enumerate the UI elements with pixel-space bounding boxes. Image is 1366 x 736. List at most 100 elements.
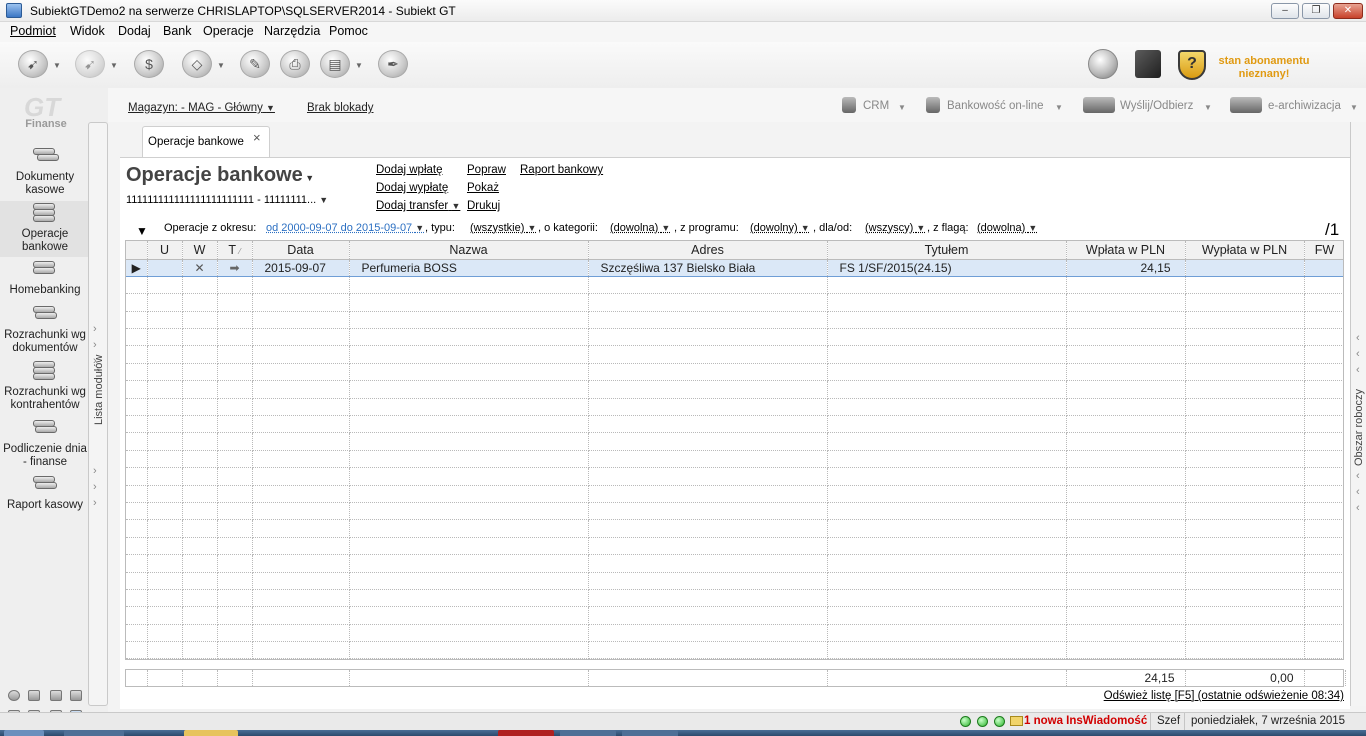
print-link[interactable]: Drukuj <box>467 200 500 212</box>
module-homebanking[interactable]: Homebanking <box>0 259 90 299</box>
taskbar-app-active[interactable] <box>184 730 238 736</box>
module-raport-kasowy[interactable]: Raport kasowy <box>0 474 90 514</box>
close-tab-icon[interactable]: × <box>253 130 261 145</box>
module-operacje-bankowe[interactable]: Operacje bankowe <box>0 201 90 257</box>
menu-widok[interactable]: Widok <box>70 24 105 38</box>
maximize-button[interactable]: ❐ <box>1302 3 1330 19</box>
send-receive-button[interactable]: Wyślij/Odbierz <box>1120 100 1193 112</box>
module-podliczenie-dnia[interactable]: Podliczenie dnia - finanse <box>0 416 90 472</box>
chevron-down-icon[interactable]: ▼ <box>1055 103 1063 112</box>
col-header-wplata[interactable]: Wpłata w PLN <box>1066 241 1186 260</box>
edit-link[interactable]: Popraw <box>467 164 506 176</box>
period-filter[interactable]: od 2000-09-07 do 2015-09-07 ▼ <box>266 222 424 234</box>
box-icon[interactable] <box>70 690 82 701</box>
cell-deposit: 24,15 <box>1066 258 1186 277</box>
settlements-documents-icon <box>31 302 59 324</box>
chevron-down-icon[interactable]: ▼ <box>898 103 906 112</box>
minimize-button[interactable]: – <box>1271 3 1299 19</box>
globe-icon[interactable] <box>1088 49 1118 79</box>
cube-icon[interactable] <box>1135 50 1161 78</box>
module-dokumenty-kasowe[interactable]: Dokumenty kasowe <box>0 144 90 200</box>
main-content: Operacje bankowe ▼ 111111111111111111111… <box>120 157 1350 709</box>
start-button[interactable] <box>4 730 44 736</box>
menu-narzedzia[interactable]: Narzędzia <box>264 24 320 38</box>
col-header-nazwa[interactable]: Nazwa <box>349 241 589 260</box>
module-list-tab[interactable]: › › › Lista modułów › › › <box>88 122 108 706</box>
module-list-label: Lista modułów <box>93 354 105 425</box>
e-archive-button[interactable]: e-archiwizacja <box>1268 100 1341 112</box>
empty-row <box>126 363 1343 382</box>
chevron-down-icon[interactable]: ▼ <box>217 61 225 70</box>
lock-status-link[interactable]: Brak blokady <box>307 102 373 114</box>
col-header-w[interactable]: W <box>182 241 218 260</box>
status-led-icon <box>977 716 988 727</box>
chevron-down-icon[interactable]: ▼ <box>110 61 118 70</box>
refresh-list-link[interactable]: Odśwież listę [F5] (ostatnie odświeżenie… <box>1104 690 1344 702</box>
taskbar-app[interactable] <box>64 730 124 736</box>
chevron-down-icon[interactable]: ▼ <box>1350 103 1358 112</box>
e-archive-icon <box>1230 97 1262 113</box>
col-header-t[interactable]: T ⁄ <box>217 241 253 260</box>
empty-row <box>126 450 1343 469</box>
module-rozrachunki-dokumenty[interactable]: Rozrachunki wg dokumentów <box>0 302 90 358</box>
taskbar-app[interactable] <box>560 730 616 736</box>
show-link[interactable]: Pokaż <box>467 182 499 194</box>
chevron-down-icon[interactable]: ▼ <box>53 61 61 70</box>
flag-filter[interactable]: (dowolna) ▼ <box>977 222 1037 234</box>
chevron-left-icon: ‹ <box>1356 470 1360 482</box>
circle-icon[interactable] <box>8 690 20 701</box>
subscription-shield-icon[interactable]: ? <box>1178 50 1206 80</box>
collapse-filter-icon[interactable]: ▼ <box>136 224 148 238</box>
add-deposit-link[interactable]: Dodaj wpłatę <box>376 164 442 176</box>
print-icon: ✎ <box>240 50 270 78</box>
for-filter[interactable]: (wszyscy) ▼ <box>865 222 925 234</box>
warehouse-selector[interactable]: Magazyn: - MAG - Główny ▼ <box>128 102 275 114</box>
work-area-tab[interactable]: ‹ ‹ ‹ Obszar roboczy ‹ ‹ ‹ <box>1350 122 1366 706</box>
tab-operacje-bankowe[interactable]: Operacje bankowe × <box>142 126 270 158</box>
col-header-data[interactable]: Data <box>252 241 350 260</box>
add-transfer-link[interactable]: Dodaj transfer ▼ <box>376 200 460 212</box>
type-filter[interactable]: (wszystkie) ▼ <box>470 222 536 234</box>
menu-dodaj[interactable]: Dodaj <box>118 24 151 38</box>
stamp-icon[interactable] <box>50 690 62 701</box>
inswiadomosc-message[interactable]: 1 nowa InsWiadomość <box>1020 713 1147 731</box>
cell-name: Perfumeria BOSS <box>349 258 589 277</box>
col-header-wyplata[interactable]: Wypłata w PLN <box>1185 241 1305 260</box>
cell-address: Szczęśliwa 137 Bielsko Biała <box>588 258 828 277</box>
taskbar-app[interactable] <box>498 730 554 736</box>
chevron-down-icon[interactable]: ▼ <box>1204 103 1212 112</box>
online-banking-button[interactable]: Bankowość on-line <box>947 100 1044 112</box>
table-row[interactable]: ▶ ✕ ➡ 2015-09-07 Perfumeria BOSS Szczęśl… <box>126 258 1343 277</box>
online-banking-icon <box>926 97 940 113</box>
col-header-fw[interactable]: FW <box>1304 241 1343 260</box>
category-label: , o kategorii: <box>538 222 598 234</box>
col-header-adres[interactable]: Adres <box>588 241 828 260</box>
menu-bank[interactable]: Bank <box>163 24 192 38</box>
page-title-selector[interactable]: Operacje bankowe ▼ <box>126 164 314 187</box>
chevron-down-icon[interactable]: ▼ <box>355 61 363 70</box>
crm-button[interactable]: CRM <box>863 100 889 112</box>
program-filter[interactable]: (dowolny) ▼ <box>750 222 810 234</box>
menu-podmiot[interactable]: Podmiot <box>10 24 56 38</box>
taskbar-app[interactable] <box>622 730 678 736</box>
category-filter[interactable]: (dowolna) ▼ <box>610 222 670 234</box>
chevron-right-icon: › <box>93 497 97 509</box>
bank-account-selector[interactable]: 111111111111111111111111 - 11111111... ▼ <box>126 194 328 206</box>
bank-operations-icon <box>31 201 59 223</box>
day-summary-icon <box>31 416 59 438</box>
close-button[interactable]: ✕ <box>1333 3 1363 19</box>
cash-documents-icon <box>31 144 59 166</box>
menu-operacje[interactable]: Operacje <box>203 24 254 38</box>
context-strip: Magazyn: - MAG - Główny ▼ Brak blokady C… <box>108 88 1366 122</box>
module-rozrachunki-kontrahenci[interactable]: Rozrachunki wg kontrahentów <box>0 359 90 415</box>
empty-row <box>126 519 1343 538</box>
empty-row <box>126 293 1343 312</box>
program-label: , z programu: <box>674 222 739 234</box>
col-header-tytulem[interactable]: Tytułem <box>827 241 1067 260</box>
add-withdrawal-link[interactable]: Dodaj wypłatę <box>376 182 448 194</box>
coins-icon[interactable] <box>28 690 40 701</box>
col-header-u[interactable]: U <box>147 241 183 260</box>
bank-report-link[interactable]: Raport bankowy <box>520 164 603 176</box>
subscription-status[interactable]: stan abonamentu nieznany! <box>1214 55 1314 81</box>
menu-pomoc[interactable]: Pomoc <box>329 24 368 38</box>
